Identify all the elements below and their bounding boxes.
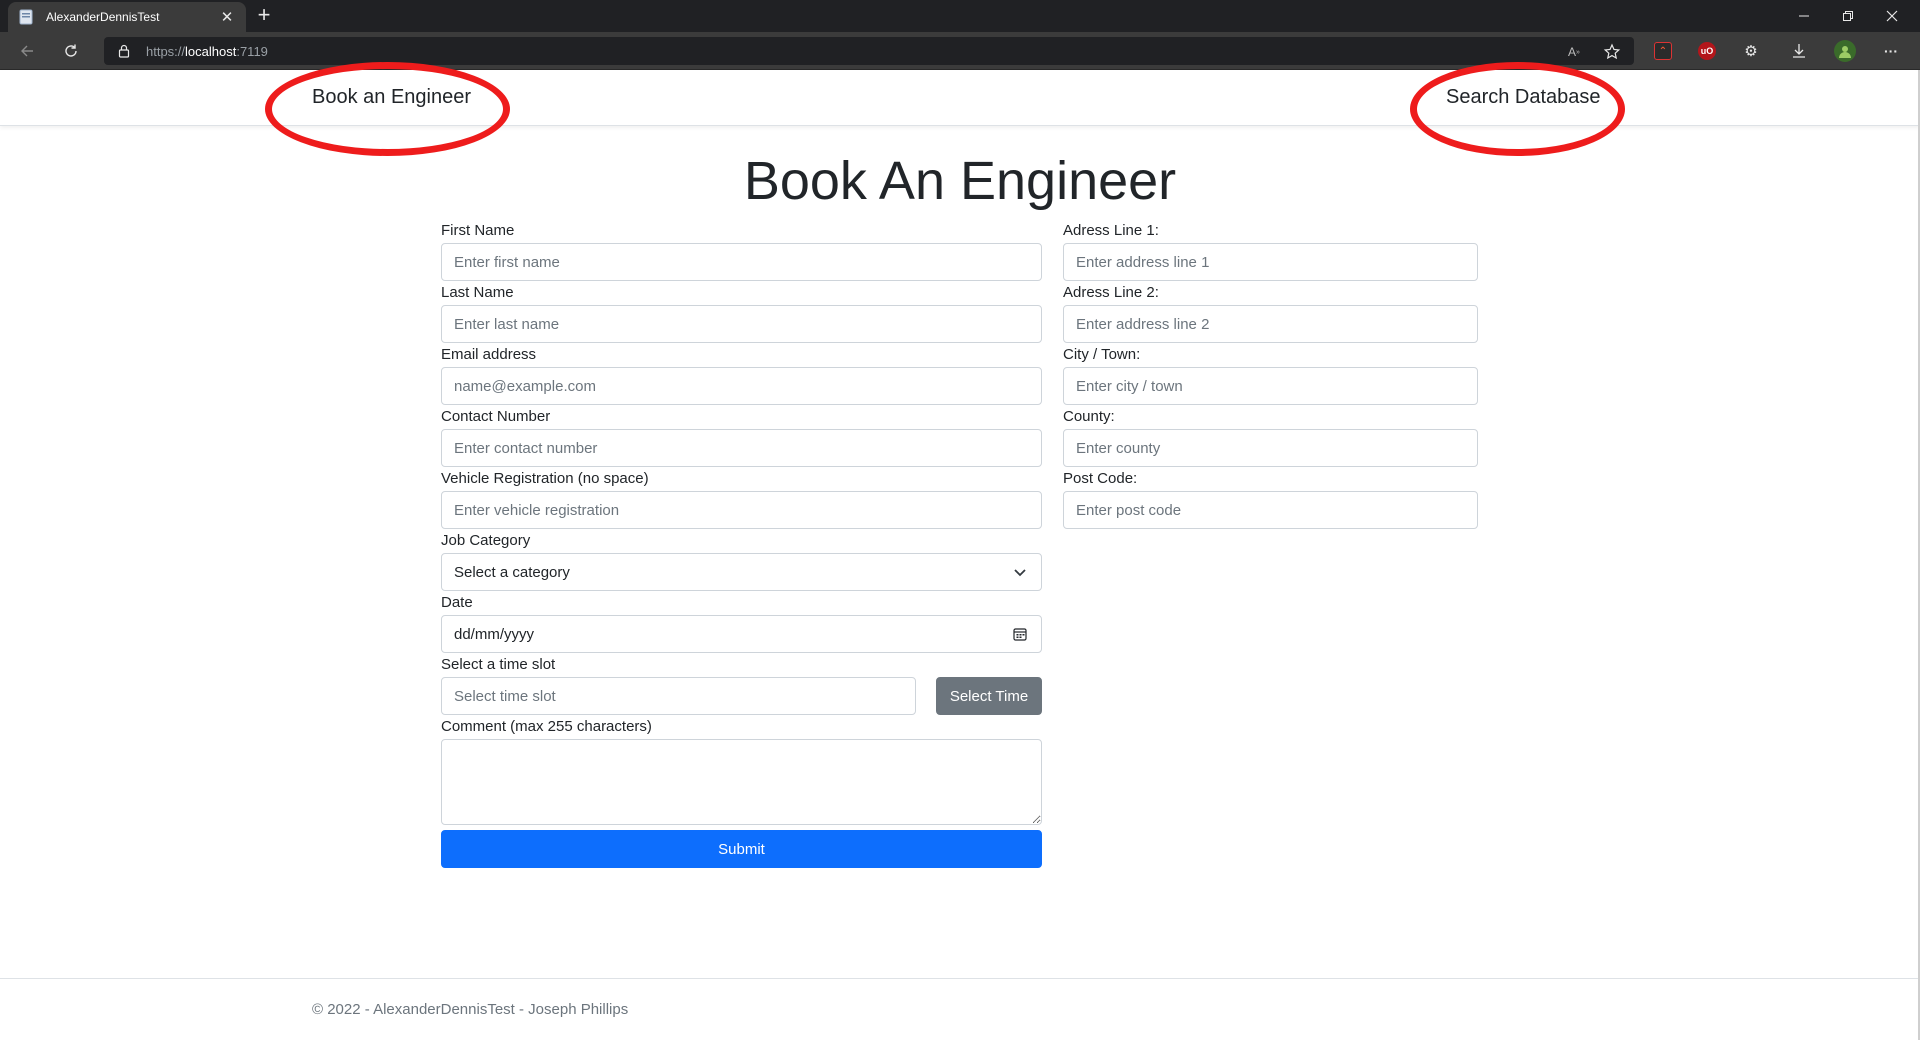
select-time-button[interactable]: Select Time xyxy=(936,677,1042,715)
nav-search-database-link[interactable]: Search Database xyxy=(1446,86,1601,109)
address-line-2-label: Adress Line 2: xyxy=(1063,284,1159,301)
browser-tab-bar: AlexanderDennisTest ✕ + xyxy=(0,0,1920,32)
tab-title: AlexanderDennisTest xyxy=(46,10,160,24)
job-category-label: Job Category xyxy=(441,532,531,549)
comment-label: Comment (max 255 characters) xyxy=(441,718,652,735)
post-code-input[interactable] xyxy=(1063,491,1478,529)
profile-avatar-icon[interactable] xyxy=(1834,40,1856,62)
date-placeholder: dd/mm/yyyy xyxy=(454,625,535,643)
email-label: Email address xyxy=(441,346,537,363)
last-name-input[interactable] xyxy=(441,305,1042,343)
county-label: County: xyxy=(1063,408,1115,425)
job-category-value: Select a category xyxy=(454,563,570,581)
contact-number-label: Contact Number xyxy=(441,408,551,425)
first-name-input[interactable] xyxy=(441,243,1042,281)
url-host: localhost xyxy=(185,43,237,59)
city-town-input[interactable] xyxy=(1063,367,1478,405)
back-icon[interactable] xyxy=(12,38,42,64)
more-menu-icon[interactable]: ··· xyxy=(1882,42,1900,60)
time-slot-input[interactable] xyxy=(441,677,916,715)
nav-book-engineer-link[interactable]: Book an Engineer xyxy=(312,86,471,109)
date-label: Date xyxy=(441,594,473,611)
web-page: Book an Engineer Search Database Book An… xyxy=(0,62,1920,1040)
extension-arrow-icon[interactable]: ⌃ xyxy=(1654,42,1672,60)
submit-button[interactable]: Submit xyxy=(441,830,1042,868)
address-line-2-input[interactable] xyxy=(1063,305,1478,343)
email-input[interactable] xyxy=(441,367,1042,405)
address-bar[interactable]: https:// localhost :7119 A» xyxy=(104,37,1634,65)
tab-close-icon[interactable]: ✕ xyxy=(218,8,236,26)
minimize-icon[interactable] xyxy=(1782,0,1826,32)
url-port: :7119 xyxy=(236,43,268,59)
refresh-icon[interactable] xyxy=(56,38,86,64)
comment-textarea[interactable] xyxy=(441,739,1042,825)
time-slot-label: Select a time slot xyxy=(441,656,556,673)
county-input[interactable] xyxy=(1063,429,1478,467)
url-protocol: https:// xyxy=(146,43,186,59)
extensions-puzzle-icon[interactable]: ⚙ xyxy=(1742,42,1760,60)
lock-icon xyxy=(118,44,132,58)
favorites-star-icon[interactable] xyxy=(1602,42,1622,62)
site-navbar: Book an Engineer Search Database xyxy=(0,62,1920,156)
last-name-label: Last Name xyxy=(441,284,514,301)
site-footer: © 2022 - AlexanderDennisTest - Joseph Ph… xyxy=(0,978,1920,1040)
address-line-1-label: Adress Line 1: xyxy=(1063,222,1159,239)
browser-tab[interactable]: AlexanderDennisTest ✕ xyxy=(8,2,246,32)
chevron-down-icon xyxy=(1013,564,1029,580)
new-tab-icon[interactable]: + xyxy=(252,4,276,28)
read-aloud-icon[interactable]: A» xyxy=(1564,42,1584,62)
address-line-1-input[interactable] xyxy=(1063,243,1478,281)
calendar-icon[interactable] xyxy=(1013,626,1029,642)
vehicle-registration-label: Vehicle Registration (no space) xyxy=(441,470,649,487)
close-window-icon[interactable] xyxy=(1870,0,1914,32)
footer-copyright: © 2022 - AlexanderDennisTest - Joseph Ph… xyxy=(312,1001,629,1018)
city-town-label: City / Town: xyxy=(1063,346,1141,363)
ublock-icon[interactable]: uO xyxy=(1698,42,1716,60)
job-category-select[interactable]: Select a category xyxy=(441,553,1042,591)
annotation-ellipse-right xyxy=(1410,62,1625,156)
first-name-label: First Name xyxy=(441,222,515,239)
page-favicon-icon xyxy=(18,9,34,25)
restore-icon[interactable] xyxy=(1826,0,1870,32)
date-input[interactable]: dd/mm/yyyy xyxy=(441,615,1042,653)
annotation-ellipse-left xyxy=(265,62,510,156)
downloads-icon[interactable] xyxy=(1790,42,1808,60)
browser-toolbar: https:// localhost :7119 A» ⌃ uO ⚙ ··· xyxy=(0,32,1920,70)
post-code-label: Post Code: xyxy=(1063,470,1138,487)
vehicle-registration-input[interactable] xyxy=(441,491,1042,529)
contact-number-input[interactable] xyxy=(441,429,1042,467)
page-title: Book An Engineer xyxy=(743,151,1177,211)
